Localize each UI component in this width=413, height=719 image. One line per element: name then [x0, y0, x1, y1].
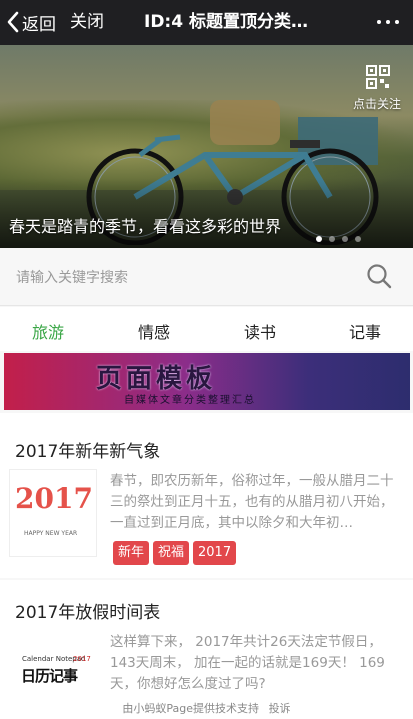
qr-code-icon[interactable]	[366, 65, 390, 89]
footer: 由小蚂蚁Page提供技术支持 投诉	[0, 698, 413, 719]
template-banner[interactable]: 页面模板 自媒体文章分类整理汇总	[4, 353, 410, 410]
tag-badge[interactable]: 新年	[113, 541, 150, 565]
template-banner-subtitle: 自媒体文章分类整理汇总	[124, 395, 256, 406]
powered-by-text: 由小蚂蚁Page提供技术支持	[122, 702, 260, 715]
more-dot	[386, 20, 390, 24]
thumbnail-subtitle: HAPPY NEW YEAR	[24, 530, 78, 537]
article-summary: 春节，即农历新年，俗称过年，一般从腊月二十三的祭灶到正月十五，也有的从腊月初八开…	[110, 473, 394, 531]
thumbnail-title: 日历记事	[21, 667, 78, 685]
thumbnail-year: 2017	[73, 655, 91, 663]
category-tabs: 旅游 情感 读书 记事	[0, 307, 413, 351]
thumbnail-year-text: 2017	[15, 482, 93, 515]
chevron-left-icon	[7, 11, 19, 33]
search-icon[interactable]	[366, 263, 392, 289]
tab-travel[interactable]: 旅游	[32, 319, 64, 343]
carousel-indicator	[316, 236, 368, 242]
tag-badge[interactable]: 2017	[193, 541, 237, 565]
more-menu-button[interactable]	[377, 14, 399, 30]
page-title: ID:4 标题置顶分类…	[144, 12, 308, 32]
more-dot	[395, 20, 399, 24]
back-button[interactable]: 返回	[6, 9, 56, 35]
follow-link[interactable]: 点击关注	[353, 95, 401, 112]
article-thumbnail[interactable]: 2017 HAPPY NEW YEAR	[9, 469, 97, 557]
article-thumbnail[interactable]: Calendar Notepad 2017 日历记事	[9, 628, 97, 708]
banner-carousel[interactable]: 点击关注 春天是踏青的季节，看看这多彩的世界	[0, 45, 413, 248]
template-banner-title: 页面模板	[96, 364, 217, 394]
tab-notes[interactable]: 记事	[349, 319, 381, 343]
carousel-dot[interactable]	[329, 236, 335, 242]
search-bar: 请输入关键字搜索	[0, 248, 413, 306]
carousel-dot[interactable]	[316, 236, 322, 242]
tag-badge[interactable]: 祝福	[153, 541, 190, 565]
article-card[interactable]: 2017年新年新气象 2017 HAPPY NEW YEAR 春节，即农历新年，…	[0, 413, 413, 578]
carousel-dot[interactable]	[355, 236, 361, 242]
article-title[interactable]: 2017年放假时间表	[15, 598, 160, 623]
tab-reading[interactable]: 读书	[244, 319, 276, 343]
article-summary: 这样算下来， 2017年共计26天法定节假日，143天周末， 加在一起的话就是1…	[110, 634, 385, 692]
article-title[interactable]: 2017年新年新气象	[15, 437, 160, 462]
top-nav-bar: 返回 关闭 ID:4 标题置顶分类…	[0, 0, 413, 45]
close-button[interactable]: 关闭	[70, 9, 104, 35]
back-label: 返回	[22, 14, 56, 35]
more-dots-icon	[377, 20, 381, 24]
search-input[interactable]: 请输入关键字搜索	[16, 267, 128, 287]
report-link[interactable]: 投诉	[269, 702, 291, 715]
banner-caption: 春天是踏青的季节，看看这多彩的世界	[9, 217, 282, 236]
carousel-dot[interactable]	[342, 236, 348, 242]
tab-emotion[interactable]: 情感	[138, 319, 170, 343]
